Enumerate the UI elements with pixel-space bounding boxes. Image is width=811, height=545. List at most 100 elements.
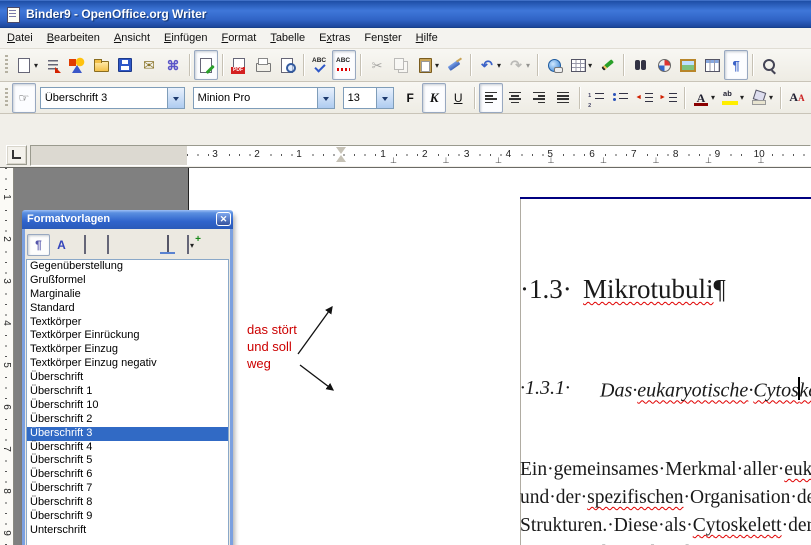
highlighting-dropdown-icon[interactable]: ▾ <box>740 93 744 102</box>
autotext-button[interactable] <box>41 50 65 80</box>
style-item--berschrift-6[interactable]: Überschrift 6 <box>27 468 228 482</box>
menu-tabelle[interactable]: Tabelle <box>263 30 312 46</box>
toolbar-grip[interactable] <box>5 55 8 75</box>
nonprinting-characters-button[interactable]: ¶ <box>724 50 748 80</box>
style-item-textk-rper-einr-ckung[interactable]: Textkörper Einrückung <box>27 329 228 343</box>
page-styles-button[interactable] <box>96 234 119 256</box>
tab-stop-marker[interactable]: ⊥ <box>600 156 607 165</box>
menu-einfgen[interactable]: Einfügen <box>157 30 214 46</box>
print-button[interactable] <box>251 50 275 80</box>
menu-fenster[interactable]: Fenster <box>357 30 408 46</box>
style-item--berschrift-8[interactable]: Überschrift 8 <box>27 496 228 510</box>
fill-format-mode-button[interactable] <box>156 234 179 256</box>
style-item-standard[interactable]: Standard <box>27 302 228 316</box>
align-center-button[interactable] <box>503 83 527 113</box>
style-item-textk-rper[interactable]: Textkörper <box>27 316 228 330</box>
navigator-button[interactable] <box>652 50 676 80</box>
tab-stop-marker[interactable]: ⊥ <box>758 156 765 165</box>
font-color-button[interactable]: A▾ <box>689 83 718 113</box>
new-style-from-selection-button[interactable]: ▾ <box>179 234 202 256</box>
undo-dropdown-icon[interactable]: ▾ <box>497 61 501 70</box>
underline-button[interactable]: U <box>446 83 470 113</box>
menu-hilfe[interactable]: Hilfe <box>409 30 445 46</box>
highlighting-button[interactable]: ▾ <box>718 83 747 113</box>
toolbar-grip[interactable] <box>5 88 8 108</box>
menu-format[interactable]: Format <box>214 30 263 46</box>
font-color-dropdown-icon[interactable]: ▾ <box>711 93 715 102</box>
style-item--berschrift[interactable]: Überschrift <box>27 371 228 385</box>
italic-button[interactable]: K <box>422 83 446 113</box>
format-paintbrush-button[interactable] <box>442 50 466 80</box>
style-item--berschrift-9[interactable]: Überschrift 9 <box>27 510 228 524</box>
new-document-dropdown-icon[interactable]: ▾ <box>34 61 38 70</box>
style-item-gegen-berstellung[interactable]: Gegenüberstellung <box>27 260 228 274</box>
justify-button[interactable] <box>551 83 575 113</box>
draw-functions-button[interactable] <box>595 50 619 80</box>
menu-extras[interactable]: Extras <box>312 30 357 46</box>
tab-stop-marker[interactable]: ⊥ <box>390 156 397 165</box>
tab-stop-marker[interactable]: ⊥ <box>653 156 660 165</box>
style-item-marginalie[interactable]: Marginalie <box>27 288 228 302</box>
tab-type-selector-button[interactable] <box>6 145 27 165</box>
style-item-unterschrift[interactable]: Unterschrift <box>27 524 228 538</box>
tab-stop-marker[interactable]: ⊥ <box>495 156 502 165</box>
frame-styles-button[interactable] <box>73 234 96 256</box>
increase-indent-button[interactable] <box>656 83 680 113</box>
align-left-button[interactable] <box>479 83 503 113</box>
paste-dropdown-icon[interactable]: ▾ <box>435 61 439 70</box>
save-button[interactable] <box>113 50 137 80</box>
gallery-button[interactable] <box>676 50 700 80</box>
menu-datei[interactable]: Datei <box>0 30 40 46</box>
chevron-down-icon[interactable] <box>376 88 393 108</box>
command-button[interactable]: ⌘ <box>161 50 185 80</box>
hyperlink-button[interactable] <box>542 50 566 80</box>
open-button[interactable] <box>89 50 113 80</box>
export-pdf-button[interactable] <box>227 50 251 80</box>
list-styles-button[interactable] <box>119 234 142 256</box>
insert-table-dropdown-icon[interactable]: ▾ <box>588 61 592 70</box>
paragraph-styles-button[interactable]: ¶ <box>27 234 50 256</box>
mail-document-button[interactable]: ✉ <box>137 50 161 80</box>
paste-button[interactable]: ▾ <box>413 50 442 80</box>
find-replace-button[interactable] <box>628 50 652 80</box>
style-item-gru-formel[interactable]: Grußformel <box>27 274 228 288</box>
new-document-button[interactable]: ▾ <box>12 50 41 80</box>
style-item--berschrift-5[interactable]: Überschrift 5 <box>27 454 228 468</box>
new-style-dropdown-icon[interactable]: ▾ <box>190 241 194 250</box>
paragraph-style-combobox[interactable]: Überschrift 3 <box>40 87 185 109</box>
style-item--berschrift-2[interactable]: Überschrift 2 <box>27 413 228 427</box>
style-item--berschrift-1[interactable]: Überschrift 1 <box>27 385 228 399</box>
numbering-button[interactable] <box>584 83 608 113</box>
chevron-down-icon[interactable] <box>317 88 334 108</box>
zoom-button[interactable] <box>757 50 781 80</box>
background-color-dropdown-icon[interactable]: ▾ <box>769 93 773 102</box>
undo-button[interactable]: ↶▾ <box>475 50 504 80</box>
chevron-down-icon[interactable] <box>167 88 184 108</box>
align-right-button[interactable] <box>527 83 551 113</box>
styles-toggle-button[interactable]: ☞ <box>12 83 36 113</box>
edit-file-button[interactable] <box>194 50 218 80</box>
menu-ansicht[interactable]: Ansicht <box>107 30 157 46</box>
character-styles-button[interactable]: A <box>50 234 73 256</box>
bold-button[interactable]: F <box>398 83 422 113</box>
panel-title-bar[interactable]: Formatvorlagen ✕ <box>22 210 233 229</box>
style-item-textk-rper-einzug-negativ[interactable]: Textkörper Einzug negativ <box>27 357 228 371</box>
spellcheck-button[interactable] <box>308 50 332 80</box>
background-color-button[interactable]: ▾ <box>747 83 776 113</box>
style-item--berschrift-10[interactable]: Überschrift 10 <box>27 399 228 413</box>
close-icon[interactable]: ✕ <box>216 212 231 226</box>
data-sources-button[interactable] <box>700 50 724 80</box>
font-size-combobox[interactable]: 13 <box>343 87 395 109</box>
redo-dropdown-icon[interactable]: ▾ <box>526 61 530 70</box>
insert-table-button[interactable]: ▾ <box>566 50 595 80</box>
decrease-indent-button[interactable] <box>632 83 656 113</box>
style-item-textk-rper-einzug[interactable]: Textkörper Einzug <box>27 343 228 357</box>
style-item--berschrift-3[interactable]: Überschrift 3 <box>27 427 228 441</box>
tab-stop-marker[interactable]: ⊥ <box>443 156 450 165</box>
tab-stop-marker[interactable]: ⊥ <box>548 156 555 165</box>
bullets-button[interactable] <box>608 83 632 113</box>
font-name-combobox[interactable]: Minion Pro <box>193 87 335 109</box>
page-preview-button[interactable] <box>275 50 299 80</box>
menu-bearbeiten[interactable]: Bearbeiten <box>40 30 107 46</box>
case-button[interactable] <box>785 83 809 113</box>
